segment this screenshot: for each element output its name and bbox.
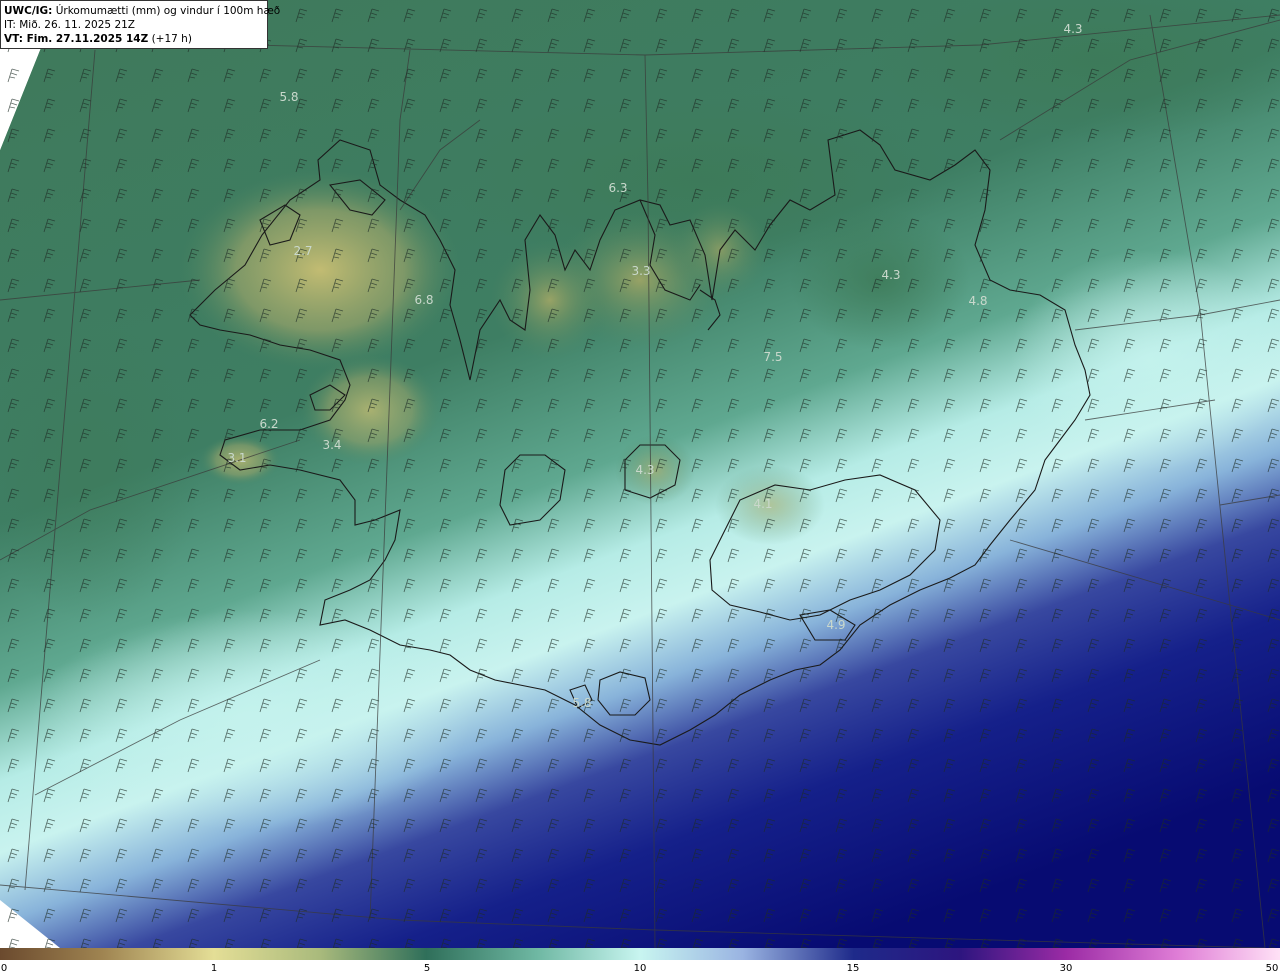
precip-value-label: 4.1: [753, 497, 773, 511]
colorbar-tick-label: 50: [1265, 963, 1279, 974]
precip-value-label: 6.3: [608, 181, 628, 195]
colorbar-tick-label: 5: [423, 963, 431, 974]
forecast-lead: (+17 h): [151, 33, 192, 45]
weather-map: UWC/IG: Úrkomumætti (mm) og vindur í 100…: [0, 0, 1280, 978]
map-info-header: UWC/IG: Úrkomumætti (mm) og vindur í 100…: [0, 0, 280, 49]
valid-time: VT: Fim. 27.11.2025 14Z: [4, 33, 149, 45]
precip-value-label: 5.8: [572, 696, 592, 710]
precip-value-label: 6.2: [259, 417, 279, 431]
precip-value-label: 4.8: [968, 294, 988, 308]
colorbar-tick-label: 0: [0, 963, 8, 974]
precip-value-label: 4.3: [635, 463, 655, 477]
model-code: UWC/IG:: [4, 5, 53, 17]
precip-value-label: 3.3: [631, 264, 651, 278]
valid-time-line: VT: Fim. 27.11.2025 14Z (+17 h): [4, 32, 264, 46]
precip-value-label: 6.8: [414, 293, 434, 307]
colorbar: [0, 948, 1280, 960]
precip-value-label: 7.5: [763, 350, 783, 364]
precip-value-label: 2.7: [293, 244, 313, 258]
map-title: Úrkomumætti (mm) og vindur í 100m hæð: [55, 5, 281, 17]
colorbar-tick-label: 30: [1059, 963, 1073, 974]
colorbar-tick-label: 10: [633, 963, 647, 974]
precip-value-label: 3.4: [322, 438, 342, 452]
initial-time: IT: Mið. 26. 11. 2025 21Z: [4, 19, 135, 31]
precip-value-label: 4.3: [881, 268, 901, 282]
colorbar-tick-label: 15: [846, 963, 860, 974]
colorbar-tick-label: 1: [210, 963, 218, 974]
precip-value-label: 5.8: [279, 90, 299, 104]
precip-value-label: 4.9: [826, 618, 846, 632]
header-title-line: UWC/IG: Úrkomumætti (mm) og vindur í 100…: [4, 4, 280, 18]
precip-value-label: 3.1: [227, 451, 247, 465]
colorbar-tick-labels: 0 1 5 10 15 30 50: [0, 961, 1280, 978]
precip-value-label: 4.3: [1063, 22, 1083, 36]
